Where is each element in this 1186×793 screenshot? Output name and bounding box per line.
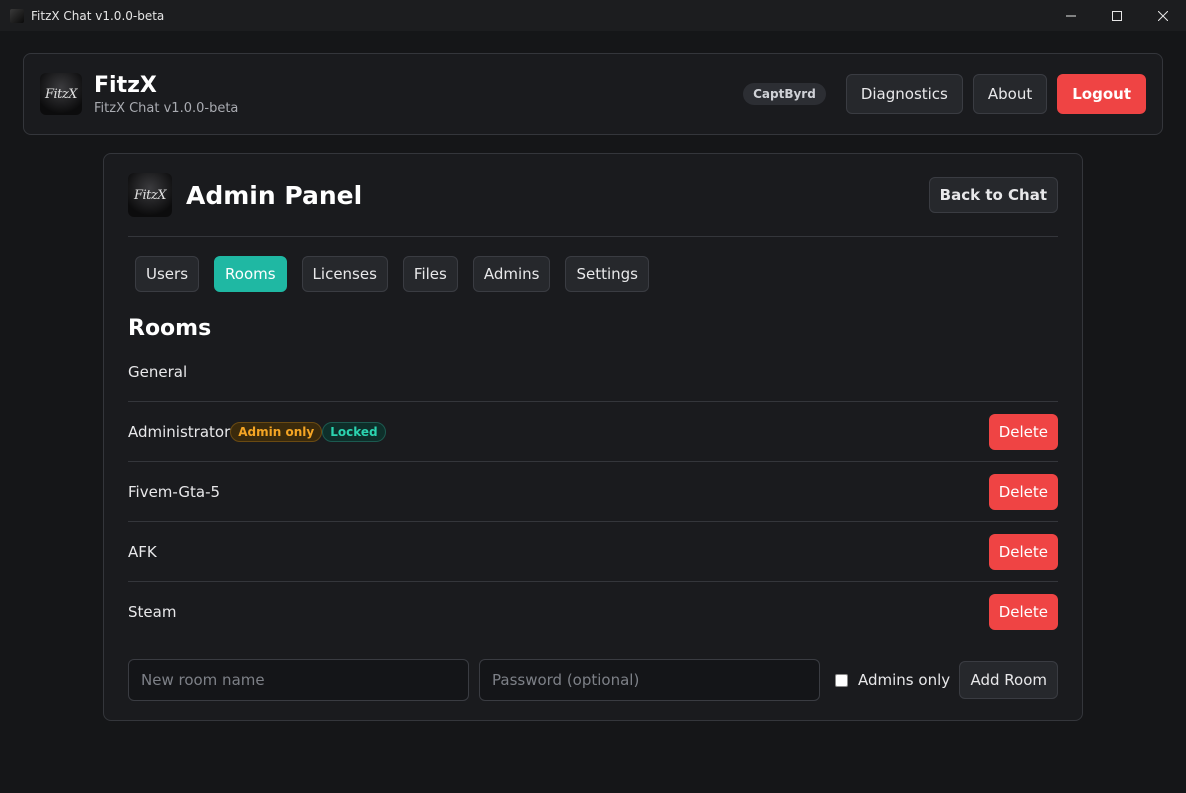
room-name: AFK [128,542,157,561]
list-item: Steam Delete [128,582,1058,642]
app-header: FitzX FitzX FitzX Chat v1.0.0-beta CaptB… [23,53,1163,135]
tab-admins[interactable]: Admins [472,256,551,292]
list-item: Fivem-Gta-5 Delete [128,462,1058,522]
tab-settings[interactable]: Settings [565,256,649,292]
admin-tabs: Users Rooms Licenses Files Admins Settin… [128,256,1058,292]
tab-files[interactable]: Files [402,256,458,292]
delete-room-button[interactable]: Delete [988,533,1058,570]
locked-badge: Locked [322,421,386,442]
window-titlebar: FitzX Chat v1.0.0-beta [0,0,1186,31]
admin-only-badge: Admin only [230,421,323,442]
room-name: Administrator [128,422,231,441]
room-name: Fivem-Gta-5 [128,482,221,501]
list-item: General [128,356,1058,402]
app-logo-icon [10,8,24,23]
room-name: General [128,363,188,381]
page-title: Admin Panel [186,180,363,210]
brand-logo: FitzX [40,73,82,115]
brand-name: FitzX [94,72,157,98]
list-item: Administrator Admin only Locked Delete [128,402,1058,462]
header-actions: CaptByrd Diagnostics About Logout [743,74,1146,114]
add-room-button[interactable]: Add Room [959,661,1058,699]
panel-header: FitzX Admin Panel Back to Chat [128,154,1058,237]
admins-only-toggle[interactable]: Admins only [835,671,950,689]
delete-room-button[interactable]: Delete [988,413,1058,450]
add-room-form: Admins only Add Room [128,659,1058,701]
logout-button[interactable]: Logout [1057,74,1146,114]
back-to-chat-button[interactable]: Back to Chat [928,177,1058,213]
panel-logo: FitzX [128,173,172,217]
room-name: Steam [128,603,177,621]
room-password-input[interactable] [479,659,820,701]
admin-panel: FitzX Admin Panel Back to Chat Users Roo… [103,153,1083,721]
window-controls [1048,0,1186,31]
tab-users[interactable]: Users [135,256,200,292]
username-badge: CaptByrd [743,83,826,105]
diagnostics-button[interactable]: Diagnostics [845,74,963,114]
close-icon[interactable] [1140,0,1186,31]
section-title: Rooms [128,316,212,341]
delete-room-button[interactable]: Delete [988,594,1058,630]
tab-rooms[interactable]: Rooms [214,256,287,292]
admins-only-label: Admins only [858,671,951,689]
room-list: General Administrator Admin only Locked … [128,356,1058,642]
brand-subtitle: FitzX Chat v1.0.0-beta [94,100,239,116]
list-item: AFK Delete [128,522,1058,582]
admins-only-checkbox[interactable] [835,673,848,687]
delete-room-button[interactable]: Delete [988,473,1058,510]
about-button[interactable]: About [972,74,1048,114]
maximize-icon[interactable] [1094,0,1140,31]
room-name-input[interactable] [128,659,469,701]
window-title: FitzX Chat v1.0.0-beta [31,8,165,23]
brand: FitzX FitzX Chat v1.0.0-beta [94,73,238,116]
tab-licenses[interactable]: Licenses [301,256,388,292]
minimize-icon[interactable] [1048,0,1094,31]
